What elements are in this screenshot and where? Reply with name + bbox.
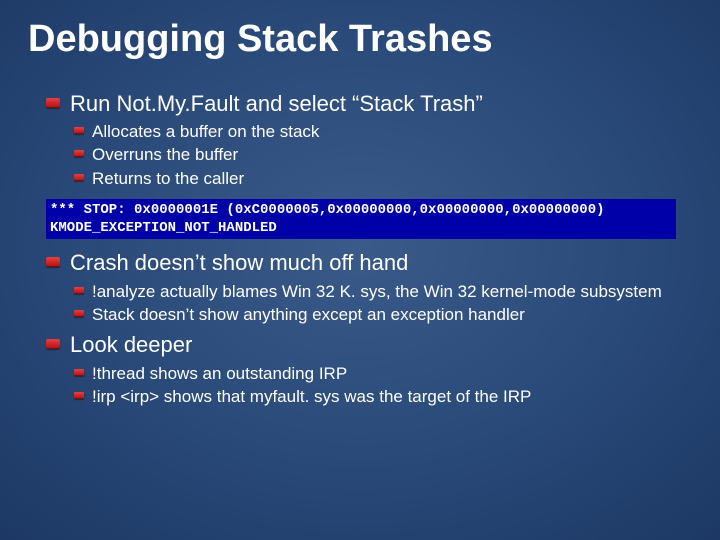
bullet-level2: !thread shows an outstanding IRP: [74, 363, 692, 384]
bullet-level2: !irp <irp> shows that myfault. sys was t…: [74, 386, 692, 407]
slide-title: Debugging Stack Trashes: [28, 18, 692, 62]
bullet-level2: Overruns the buffer: [74, 144, 692, 165]
bullet-level2: Returns to the caller: [74, 168, 692, 189]
slide: Debugging Stack Trashes Run Not.My.Fault…: [0, 0, 720, 540]
stop-error-box: *** STOP: 0x0000001E (0xC0000005,0x00000…: [46, 199, 676, 239]
bullet-level1: Look deeper: [46, 331, 692, 359]
bullet-level1: Crash doesn’t show much off hand: [46, 249, 692, 277]
bullet-level2: !analyze actually blames Win 32 K. sys, …: [74, 281, 692, 302]
bullet-level2: Stack doesn’t show anything except an ex…: [74, 304, 692, 325]
bullet-level1: Run Not.My.Fault and select “Stack Trash…: [46, 90, 692, 118]
stop-line-2: KMODE_EXCEPTION_NOT_HANDLED: [50, 220, 277, 236]
bullet-level2: Allocates a buffer on the stack: [74, 121, 692, 142]
slide-body: Run Not.My.Fault and select “Stack Trash…: [28, 90, 692, 408]
stop-line-1: *** STOP: 0x0000001E (0xC0000005,0x00000…: [50, 202, 605, 218]
